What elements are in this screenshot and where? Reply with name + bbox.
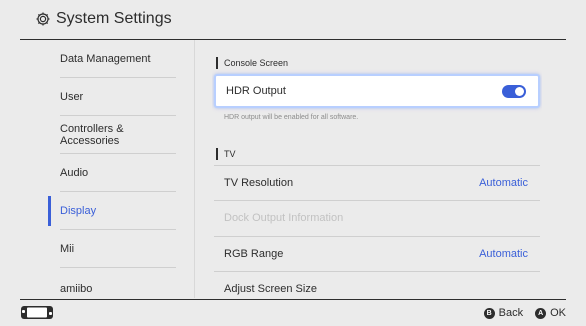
sidebar-item-user[interactable]: User: [48, 78, 176, 116]
sidebar-item-label: Audio: [60, 167, 89, 179]
sidebar-item-label: amiibo: [60, 283, 93, 295]
sidebar-item-controllers-accessories[interactable]: Controllers & Accessories: [48, 116, 176, 154]
dock-output-information-row: Dock Output Information: [214, 200, 540, 235]
sidebar-item-display[interactable]: Display: [48, 192, 176, 230]
sidebar-item-label: Data Management: [60, 53, 151, 65]
rgb-range-label: RGB Range: [224, 247, 284, 260]
settings-panel: Console Screen HDR Output HDR output wil…: [212, 40, 542, 298]
hdr-output-note: HDR output will be enabled for all softw…: [224, 114, 359, 121]
section-marker: [216, 148, 218, 160]
hdr-output-label: HDR Output: [226, 85, 286, 97]
sidebar-item-label: Mii: [60, 243, 75, 255]
toggle-knob: [515, 87, 524, 96]
back-button[interactable]: B Back: [483, 307, 524, 319]
a-button-icon: A: [535, 307, 547, 319]
adjust-screen-size-label: Adjust Screen Size: [224, 282, 317, 295]
section-title: Console Screen: [224, 58, 289, 68]
hdr-output-row[interactable]: HDR Output: [214, 74, 540, 108]
gear-icon: [34, 10, 52, 28]
sidebar-item-amiibo[interactable]: amiibo: [48, 270, 176, 298]
section-title: TV: [224, 149, 236, 159]
tv-resolution-value: Automatic: [479, 176, 528, 189]
dock-output-information-label: Dock Output Information: [224, 211, 344, 224]
sidebar: Data Management User Controllers & Acces…: [48, 40, 176, 298]
adjust-screen-size-row[interactable]: Adjust Screen Size: [214, 271, 540, 298]
rgb-range-row[interactable]: RGB Range Automatic: [214, 236, 540, 271]
header: System Settings: [0, 0, 586, 38]
sidebar-item-mii[interactable]: Mii: [48, 230, 176, 268]
console-icon: [20, 305, 54, 320]
back-label: Back: [498, 307, 524, 319]
sidebar-item-label: User: [60, 91, 84, 103]
sidebar-item-audio[interactable]: Audio: [48, 154, 176, 192]
tv-resolution-row[interactable]: TV Resolution Automatic: [214, 165, 540, 200]
page-title: System Settings: [56, 10, 172, 27]
sidebar-item-label: Controllers & Accessories: [60, 123, 124, 147]
sidebar-item-data-management[interactable]: Data Management: [48, 40, 176, 78]
column-divider: [194, 40, 195, 298]
footer-divider: [20, 299, 566, 300]
footer-controls: B Back A OK: [483, 305, 566, 321]
rgb-range-value: Automatic: [479, 247, 528, 260]
section-header-tv: TV: [216, 147, 236, 161]
active-indicator: [48, 196, 51, 226]
hdr-output-toggle[interactable]: [502, 85, 526, 98]
tv-resolution-label: TV Resolution: [224, 176, 294, 189]
ok-label: OK: [550, 307, 566, 319]
ok-button[interactable]: A OK: [535, 307, 566, 319]
section-marker: [216, 57, 218, 69]
section-header-console-screen: Console Screen: [216, 56, 288, 70]
b-button-icon: B: [483, 307, 495, 319]
sidebar-item-label: Display: [60, 205, 97, 217]
